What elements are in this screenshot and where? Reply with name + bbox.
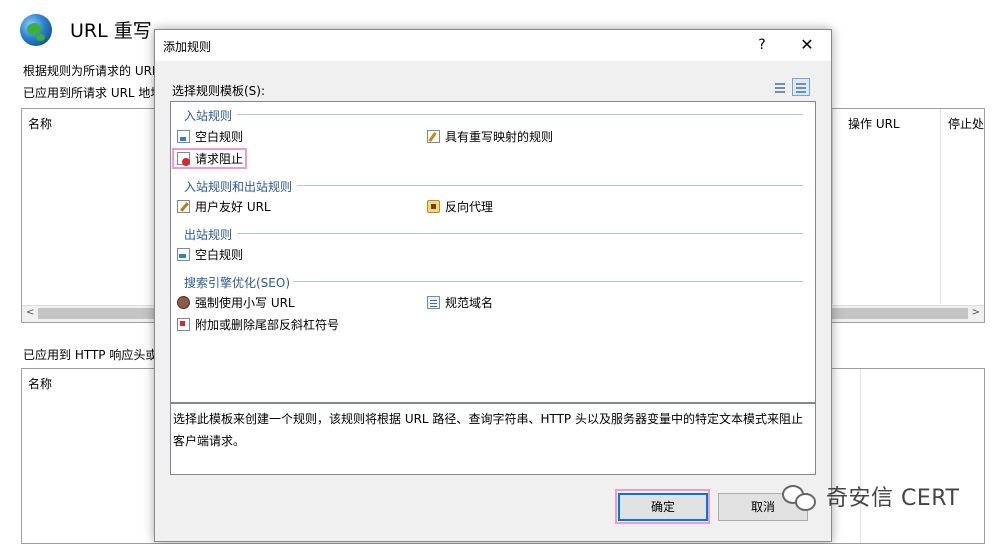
tiles-view-button[interactable] <box>792 78 810 96</box>
watermark-text: 奇安信 CERT <box>826 486 960 511</box>
canonical-domain-icon <box>427 296 440 309</box>
column-header-action-url[interactable]: 操作 URL <box>848 115 900 132</box>
template-item-label: 用户友好 URL <box>195 200 271 214</box>
column-header-name[interactable]: 名称 <box>28 375 52 392</box>
template-description-box: 选择此模板来创建一个规则，该规则将根据 URL 路径、查询字符串、HTTP 头以… <box>170 403 816 475</box>
group-header-inbound-outbound: 入站规则和出站规则 <box>184 180 293 194</box>
template-item-friendly-url[interactable]: 用户友好 URL <box>177 198 271 216</box>
group-divider <box>297 185 803 186</box>
template-item-trailing-slash[interactable]: 附加或删除尾部反斜杠符号 <box>177 316 339 334</box>
page-description-line2: 已应用到所请求 URL 地址 <box>23 86 163 100</box>
template-item-request-block[interactable]: 请求阻止 <box>177 150 243 168</box>
details-view-button[interactable] <box>771 78 789 96</box>
dialog-title: 添加规则 <box>163 40 212 54</box>
template-item-reverse-proxy[interactable]: 反向代理 <box>427 198 493 216</box>
scroll-right-icon[interactable]: > <box>972 307 980 318</box>
template-item-rewrite-map[interactable]: 具有重写映射的规则 <box>427 128 553 146</box>
trailing-slash-icon <box>177 318 190 331</box>
template-item-label: 规范域名 <box>445 296 494 310</box>
column-header-stop[interactable]: 停止处 <box>948 115 984 132</box>
group-divider <box>293 281 803 282</box>
friendly-url-icon <box>177 200 190 213</box>
help-button[interactable]: ? <box>750 34 774 58</box>
template-item-label: 反向代理 <box>445 200 494 214</box>
page-title: URL 重写 <box>70 20 152 42</box>
request-block-icon <box>177 152 190 166</box>
rule-template-list[interactable]: 入站规则 空白规则 具有重写映射的规则 请求阻止 入站规则和出站规则 用户友好 … <box>170 101 816 403</box>
rewrite-map-icon <box>427 130 440 143</box>
column-divider <box>860 369 861 543</box>
lowercase-url-icon <box>177 296 190 309</box>
outbound-section-label: 已应用到 HTTP 响应头或 <box>23 348 158 362</box>
template-item-label: 强制使用小写 URL <box>195 296 295 310</box>
ok-button[interactable]: 确定 <box>618 493 708 521</box>
close-button[interactable]: ✕ <box>793 34 821 58</box>
column-divider <box>940 109 941 304</box>
group-divider <box>237 114 803 115</box>
template-description: 选择此模板来创建一个规则，该规则将根据 URL 路径、查询字符串、HTTP 头以… <box>173 412 803 448</box>
scroll-left-icon[interactable]: < <box>26 307 34 318</box>
template-item-canonical-domain[interactable]: 规范域名 <box>427 294 493 312</box>
group-divider <box>237 233 803 234</box>
wechat-icon <box>782 483 816 511</box>
group-header-outbound: 出站规则 <box>184 228 233 242</box>
template-item-label: 请求阻止 <box>195 152 244 166</box>
column-header-name[interactable]: 名称 <box>28 115 52 132</box>
template-item-label: 空白规则 <box>195 248 244 262</box>
group-header-seo: 搜索引擎优化(SEO) <box>184 276 291 290</box>
outbound-blank-rule-icon <box>177 248 190 261</box>
template-item-lowercase-url[interactable]: 强制使用小写 URL <box>177 294 295 312</box>
iis-globe-icon <box>20 14 52 46</box>
reverse-proxy-icon <box>427 200 440 213</box>
template-item-label: 附加或删除尾部反斜杠符号 <box>195 318 340 332</box>
template-item-outbound-blank-rule[interactable]: 空白规则 <box>177 246 243 264</box>
dialog-titlebar[interactable]: 添加规则 ? ✕ <box>155 30 831 61</box>
template-item-label: 空白规则 <box>195 130 244 144</box>
blank-rule-icon <box>177 130 190 143</box>
page-description-line1: 根据规则为所请求的 URL <box>23 64 159 78</box>
add-rule-dialog: 添加规则 ? ✕ 选择规则模板(S): 入站规则 空白规则 具有重写映射的规则 … <box>154 29 832 542</box>
group-header-inbound: 入站规则 <box>184 109 233 123</box>
template-item-label: 具有重写映射的规则 <box>445 130 554 144</box>
template-item-blank-rule[interactable]: 空白规则 <box>177 128 243 146</box>
column-divider <box>832 109 833 304</box>
select-template-label: 选择规则模板(S): <box>172 84 266 98</box>
